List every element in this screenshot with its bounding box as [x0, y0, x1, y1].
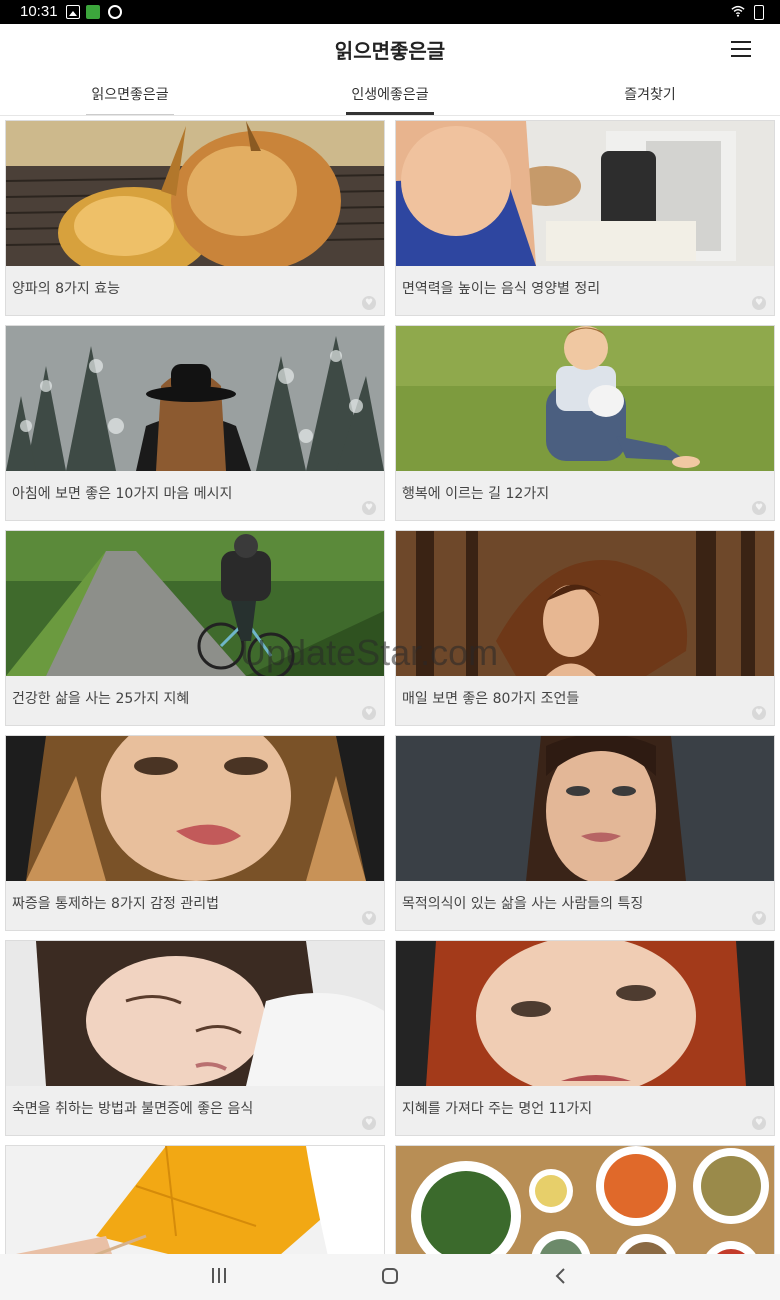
app-bar: 읽으면좋은글 — [0, 24, 780, 72]
article-grid: 양파의 8가지 효능 면역력을 높이는 음식 영양별 정리 — [0, 116, 780, 1254]
article-title: 짜증을 통제하는 8가지 감정 관리법 — [12, 896, 220, 912]
article-title: 아침에 보면 좋은 10가지 마음 메시지 — [12, 486, 233, 502]
status-time: 10:31 — [20, 3, 58, 20]
favorite-heart-icon[interactable] — [752, 1116, 766, 1130]
article-thumbnail — [6, 531, 384, 676]
favorite-heart-icon[interactable] — [362, 1116, 376, 1130]
sheet-icon — [86, 5, 100, 19]
article-card[interactable]: 양파의 8가지 효능 — [5, 120, 385, 316]
article-thumbnail — [6, 736, 384, 881]
status-bar: 10:31 — [0, 0, 780, 24]
article-card[interactable]: 매일 보면 좋은 80가지 조언들 — [395, 530, 775, 726]
article-title: 행복에 이르는 길 12가지 — [402, 486, 550, 502]
article-thumbnail — [6, 121, 384, 266]
favorite-heart-icon[interactable] — [362, 296, 376, 310]
article-title: 목적의식이 있는 삶을 사는 사람들의 특징 — [402, 896, 644, 912]
tab-underline — [86, 114, 174, 115]
favorite-heart-icon[interactable] — [752, 296, 766, 310]
tab-indicator — [346, 112, 434, 115]
article-thumbnail — [396, 941, 774, 1086]
gallery-icon — [66, 5, 80, 19]
battery-icon — [754, 5, 764, 20]
article-thumbnail — [6, 941, 384, 1086]
tab-favorites[interactable]: 즐겨찾기 — [520, 84, 780, 116]
home-icon[interactable] — [382, 1268, 398, 1284]
favorite-heart-icon[interactable] — [362, 706, 376, 720]
article-title: 지혜를 가져다 주는 명언 11가지 — [402, 1101, 593, 1117]
article-title: 숙면을 취하는 방법과 불면증에 좋은 음식 — [12, 1101, 254, 1117]
article-thumbnail — [396, 326, 774, 471]
wifi-icon — [731, 5, 745, 17]
menu-icon[interactable] — [728, 38, 754, 60]
tab-good-reads[interactable]: 읽으면좋은글 — [0, 84, 260, 116]
article-thumbnail — [396, 736, 774, 881]
article-card[interactable] — [395, 1145, 775, 1254]
article-thumbnail — [396, 121, 774, 266]
favorite-heart-icon[interactable] — [752, 501, 766, 515]
article-thumbnail — [6, 1146, 384, 1254]
favorite-heart-icon[interactable] — [362, 501, 376, 515]
article-card[interactable]: 지혜를 가져다 주는 명언 11가지 — [395, 940, 775, 1136]
article-thumbnail — [6, 326, 384, 471]
article-card[interactable]: 면역력을 높이는 음식 영양별 정리 — [395, 120, 775, 316]
article-card[interactable]: 숙면을 취하는 방법과 불면증에 좋은 음식 — [5, 940, 385, 1136]
article-title: 면역력을 높이는 음식 영양별 정리 — [402, 281, 601, 297]
c-app-icon — [108, 5, 122, 19]
article-card[interactable]: 목적의식이 있는 삶을 사는 사람들의 특징 — [395, 735, 775, 931]
tab-bar: 읽으면좋은글 인생에좋은글 즐겨찾기 — [0, 72, 780, 116]
favorite-heart-icon[interactable] — [362, 911, 376, 925]
article-thumbnail — [396, 531, 774, 676]
article-card[interactable]: 건강한 삶을 사는 25가지 지혜 — [5, 530, 385, 726]
recents-icon[interactable] — [211, 1268, 229, 1284]
back-icon[interactable] — [552, 1267, 570, 1285]
article-card[interactable]: 아침에 보면 좋은 10가지 마음 메시지 — [5, 325, 385, 521]
favorite-heart-icon[interactable] — [752, 911, 766, 925]
system-nav-bar — [0, 1254, 780, 1300]
app-title: 읽으면좋은글 — [334, 39, 446, 63]
article-card[interactable]: 행복에 이르는 길 12가지 — [395, 325, 775, 521]
article-title: 양파의 8가지 효능 — [12, 281, 120, 297]
article-card[interactable]: 짜증을 통제하는 8가지 감정 관리법 — [5, 735, 385, 931]
article-title: 건강한 삶을 사는 25가지 지혜 — [12, 691, 190, 707]
article-card[interactable] — [5, 1145, 385, 1254]
favorite-heart-icon[interactable] — [752, 706, 766, 720]
article-title: 매일 보면 좋은 80가지 조언들 — [402, 691, 580, 707]
article-thumbnail — [396, 1146, 774, 1254]
